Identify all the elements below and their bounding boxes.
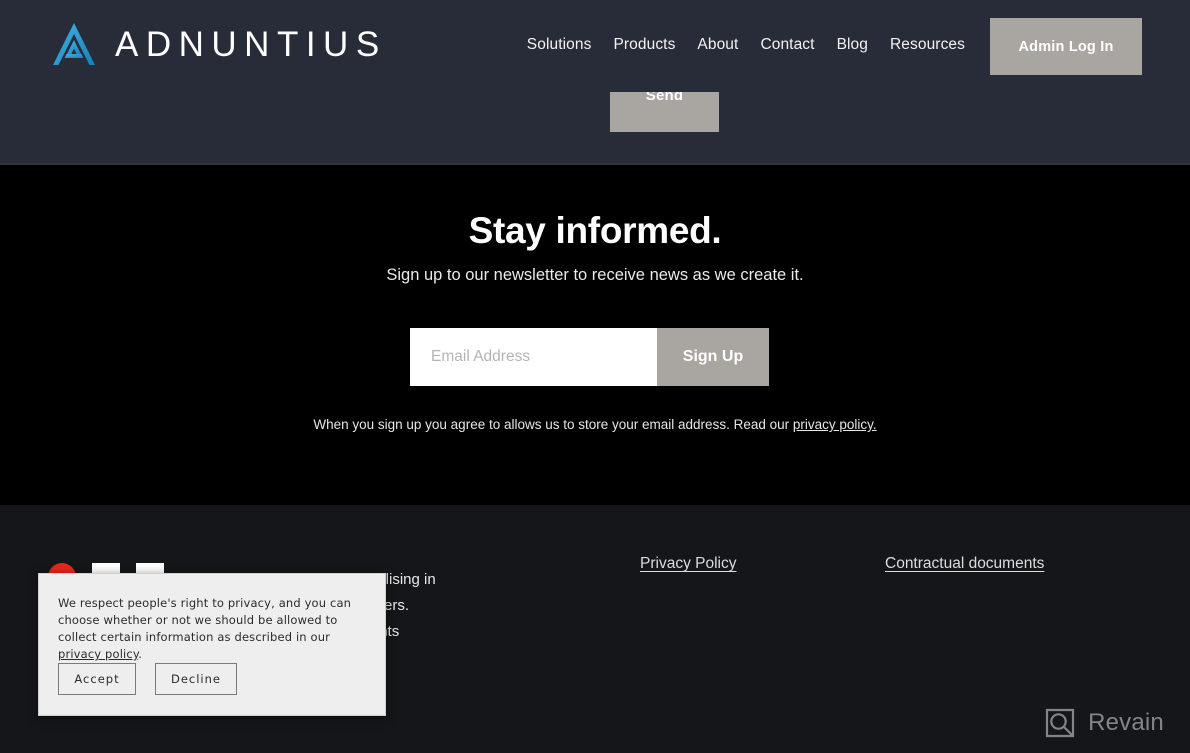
site-logo[interactable]: ADNUNTIUS <box>48 18 387 70</box>
nav-item-blog[interactable]: Blog <box>837 36 868 54</box>
page-root: Send ADNUNTIUS Solutions Products About … <box>0 0 1190 753</box>
cookie-text-body: We respect people's right to privacy, an… <box>58 596 352 644</box>
nav-item-products[interactable]: Products <box>613 36 675 54</box>
newsletter-subtitle: Sign up to our newsletter to receive new… <box>386 266 804 284</box>
adnuntius-arrow-logo-icon <box>48 18 100 70</box>
cookie-consent-text: We respect people's right to privacy, an… <box>58 595 370 663</box>
nav-item-solutions[interactable]: Solutions <box>527 36 592 54</box>
accept-cookies-button[interactable]: Accept <box>58 663 136 695</box>
newsletter-title: Stay informed. <box>468 210 722 251</box>
decline-cookies-button[interactable]: Decline <box>155 663 237 695</box>
newsletter-consent-note: When you sign up you agree to allows us … <box>295 413 895 436</box>
cookie-text-period: . <box>138 647 142 661</box>
primary-navigation: Solutions Products About Contact Blog Re… <box>527 36 965 54</box>
admin-log-in-label: Admin Log In <box>1018 38 1114 55</box>
consent-note-text: When you sign up you agree to allows us … <box>313 417 793 432</box>
sign-up-button[interactable]: Sign Up <box>657 328 769 386</box>
nav-item-resources[interactable]: Resources <box>890 36 965 54</box>
newsletter-form: Sign Up <box>410 328 769 386</box>
revain-watermark: Revain <box>1044 707 1164 739</box>
admin-log-in-button[interactable]: Admin Log In <box>990 18 1142 75</box>
email-address-input[interactable] <box>410 328 657 386</box>
revain-logo-icon <box>1044 707 1076 739</box>
cookie-consent-dialog: We respect people's right to privacy, an… <box>38 573 386 716</box>
nav-item-contact[interactable]: Contact <box>760 36 814 54</box>
newsletter-section: Stay informed. Sign up to our newsletter… <box>0 165 1190 505</box>
site-header: ADNUNTIUS Solutions Products About Conta… <box>0 0 1190 92</box>
footer-link-privacy-policy[interactable]: Privacy Policy <box>640 555 736 573</box>
footer-link-contractual-documents[interactable]: Contractual documents <box>885 555 1044 573</box>
privacy-policy-link-newsletter[interactable]: privacy policy. <box>793 417 877 432</box>
revain-label: Revain <box>1088 709 1164 736</box>
logo-wordmark: ADNUNTIUS <box>115 24 387 64</box>
cookie-privacy-policy-link[interactable]: privacy policy <box>58 647 138 661</box>
nav-item-about[interactable]: About <box>697 36 738 54</box>
cookie-dialog-actions: Accept Decline <box>58 663 237 695</box>
